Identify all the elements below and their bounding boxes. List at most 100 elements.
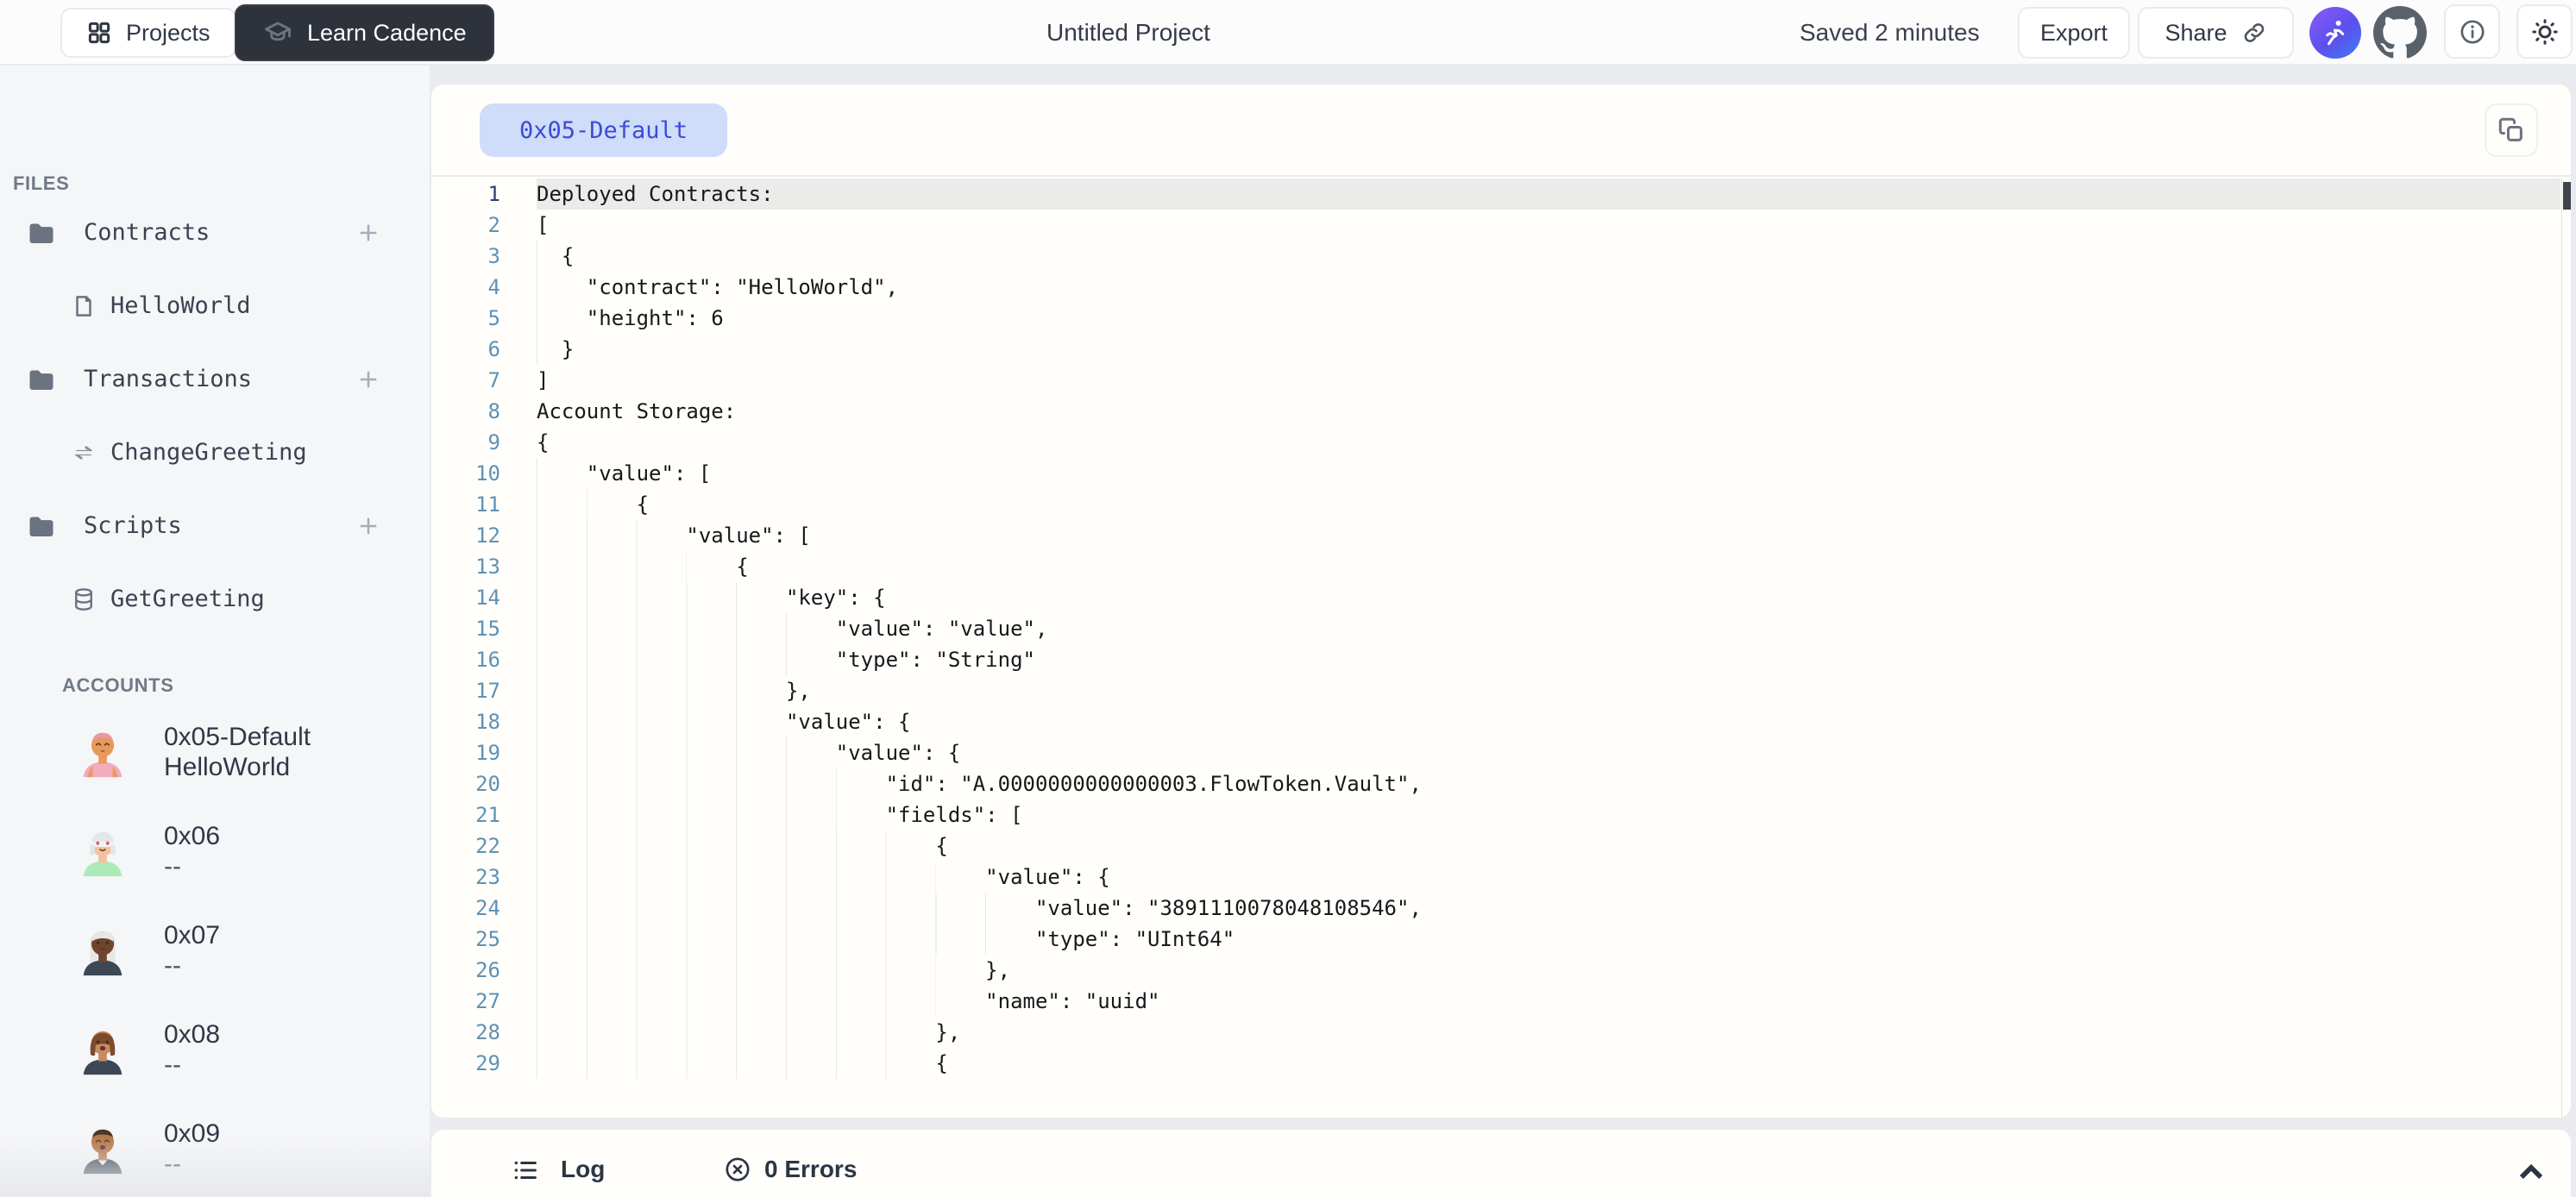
sidebar-item-scripts[interactable]: Scripts [0,489,430,562]
code-line-24: 24 "value": "3891110078048108546", [431,893,2560,924]
learn-cadence-button[interactable]: Learn Cadence [235,4,494,61]
info-icon [2458,17,2487,47]
line-number: 4 [431,272,500,303]
code-text: Deployed Contracts: [537,179,2560,210]
code-text: "value": { [537,706,2560,737]
sidebar-file-getgreeting[interactable]: GetGreeting [0,562,430,636]
share-label: Share [2164,20,2227,47]
info-button[interactable] [2444,4,2500,59]
add-transactions-button[interactable] [351,362,386,397]
export-button[interactable]: Export [2018,7,2130,59]
code-text: Account Storage: [537,396,2560,427]
copy-button[interactable] [2485,103,2538,157]
sidebar: FILES ContractsHelloWorldTransactionsCha… [0,66,430,1197]
code-text: "value": [ [537,520,2560,551]
code-text: "contract": "HelloWorld", [537,272,2560,303]
code-text: "fields": [ [537,799,2560,830]
line-number: 5 [431,303,500,334]
add-scripts-button[interactable] [351,509,386,543]
code-line-27: 27 "name": "uuid" [431,986,2560,1017]
files-section-label: FILES [13,172,69,195]
code-scrollbar-thumb[interactable] [2563,182,2571,210]
flow-runner-avatar[interactable] [2309,7,2361,59]
code-text: { [537,427,2560,458]
code-line-6: 6 } [431,334,2560,365]
line-number: 26 [431,955,500,986]
editor-panel: 0x05-Default 1Deployed Contracts:2[3 {4 … [431,85,2571,1118]
code-text: { [537,551,2560,582]
line-number: 11 [431,489,500,520]
account-item-0x06[interactable]: 0x06-- [0,801,430,900]
projects-button[interactable]: Projects [60,8,236,58]
code-text: { [537,1048,2560,1079]
account-tab-chip[interactable]: 0x05-Default [480,103,727,157]
account-item-0x09[interactable]: 0x09-- [0,1099,430,1197]
code-line-29: 29 { [431,1048,2560,1079]
code-line-19: 19 "value": { [431,737,2560,768]
account-address: 0x07 [164,920,220,950]
sidebar-item-contracts[interactable]: Contracts [0,196,430,269]
line-number: 1 [431,179,500,210]
code-output-area[interactable]: 1Deployed Contracts:2[3 {4 "contract": "… [431,179,2560,1118]
database-icon [71,586,98,612]
code-text: }, [537,1017,2560,1048]
line-number: 7 [431,365,500,396]
line-number: 27 [431,986,500,1017]
theme-toggle-button[interactable] [2516,4,2573,59]
folder-icon [26,511,57,542]
log-tab[interactable]: Log [561,1156,605,1183]
code-text: "value": "value", [537,613,2560,644]
code-line-14: 14 "key": { [431,582,2560,613]
code-text: "id": "A.0000000000000003.FlowToken.Vaul… [537,768,2560,799]
code-text: "value": { [537,737,2560,768]
code-line-22: 22 { [431,830,2560,862]
code-text: { [537,241,2560,272]
line-number: 6 [431,334,500,365]
folder-label: Contracts [84,219,210,246]
code-line-5: 5 "height": 6 [431,303,2560,334]
link-icon [2241,20,2267,46]
line-number: 19 [431,737,500,768]
code-line-26: 26 }, [431,955,2560,986]
account-deployed-contract: HelloWorld [164,752,311,782]
add-contracts-button[interactable] [351,216,386,250]
code-line-18: 18 "value": { [431,706,2560,737]
code-text: { [537,489,2560,520]
file-label: GetGreeting [110,586,265,612]
code-text: "value": { [537,862,2560,893]
folder-label: Scripts [84,512,182,539]
log-panel: Log 0 Errors [431,1130,2571,1197]
code-line-25: 25 "type": "UInt64" [431,924,2560,955]
line-number: 14 [431,582,500,613]
sidebar-file-helloworld[interactable]: HelloWorld [0,269,430,342]
account-deployed-contract: -- [164,851,220,881]
line-number: 2 [431,210,500,241]
code-text: "value": [ [537,458,2560,489]
code-line-28: 28 }, [431,1017,2560,1048]
line-number: 28 [431,1017,500,1048]
line-number: 3 [431,241,500,272]
files-list: Contracts HelloWorldTransactions ChangeGre… [0,196,430,636]
account-item-0x05-default[interactable]: 0x05-DefaultHelloWorld [0,702,430,801]
sidebar-file-changegreeting[interactable]: ChangeGreeting [0,416,430,489]
code-text: } [537,334,2560,365]
code-line-8: 8Account Storage: [431,396,2560,427]
code-line-3: 3 { [431,241,2560,272]
sidebar-item-transactions[interactable]: Transactions [0,342,430,416]
github-icon[interactable] [2373,6,2427,60]
account-item-0x07[interactable]: 0x07-- [0,900,430,1000]
share-button[interactable]: Share [2138,7,2294,59]
account-address: 0x05-Default [164,722,311,752]
code-text: "value": "3891110078048108546", [537,893,2560,924]
export-label: Export [2040,20,2108,47]
file-label: ChangeGreeting [110,439,307,466]
collapse-log-button[interactable] [2510,1150,2552,1192]
line-number: 25 [431,924,500,955]
account-item-0x08[interactable]: 0x08-- [0,1000,430,1099]
account-address: 0x08 [164,1019,220,1050]
folder-icon [26,364,57,395]
line-number: 24 [431,893,500,924]
code-text: ] [537,365,2560,396]
errors-tab[interactable]: 0 Errors [764,1156,857,1183]
code-line-15: 15 "value": "value", [431,613,2560,644]
